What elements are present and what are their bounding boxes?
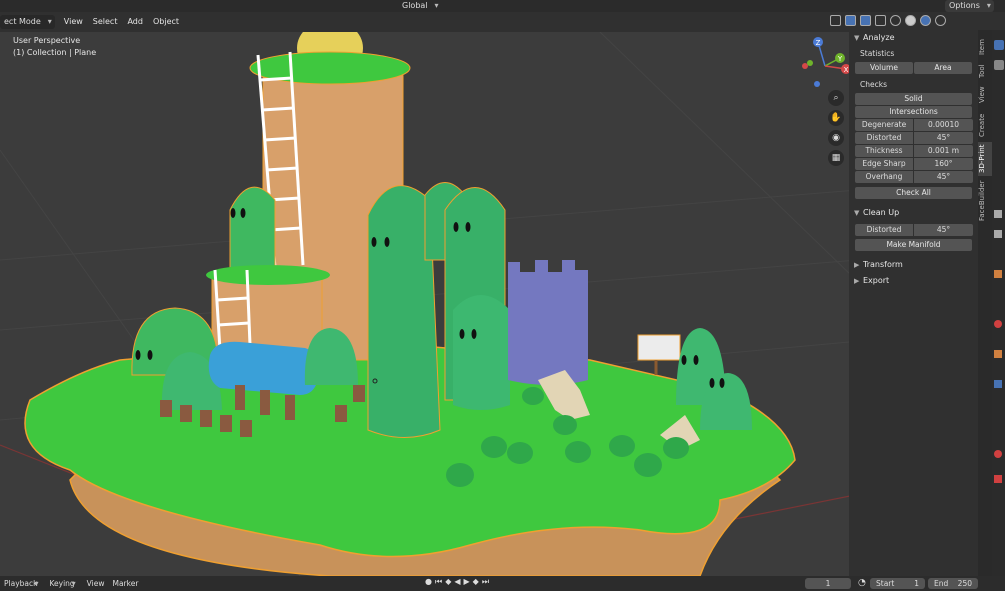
transform-panel-header[interactable]: ▶ Transform [849,257,979,273]
current-frame-field[interactable]: 1 [805,578,851,589]
properties-tab-icon[interactable] [994,350,1002,358]
make-manifold-button[interactable]: Make Manifold [855,239,972,251]
collapse-arrow-icon: ▼ [854,209,860,217]
properties-tab-icon[interactable] [994,270,1002,278]
clock-icon[interactable]: ◔ [858,578,866,588]
properties-tab-icon[interactable] [994,210,1002,218]
viewport-header: ect Mode View Select Add Object [0,12,1005,32]
properties-tab-icon[interactable] [994,475,1002,483]
expand-arrow-icon: ▶ [854,261,860,269]
properties-tab-icon[interactable] [994,40,1004,50]
overlay-icon[interactable] [860,15,871,26]
menu-object[interactable]: Object [148,15,184,29]
gizmo-z-label: Z [816,39,821,47]
expand-arrow-icon: ▶ [854,277,860,285]
volume-button[interactable]: Volume [855,62,913,74]
3d-viewport[interactable]: User Perspective (1) Collection | Plane … [0,32,980,576]
play-icon[interactable]: ▶ [464,577,470,587]
gizmo-icon[interactable] [845,15,856,26]
zoom-icon[interactable]: ⌕ [828,90,844,106]
wireframe-shading-icon[interactable] [890,15,901,26]
perspective-label: User Perspective [13,36,81,45]
check-all-button[interactable]: Check All [855,187,972,199]
menu-select[interactable]: Select [88,15,123,29]
next-keyframe-icon[interactable]: ◆ [473,577,479,587]
properties-tab-icon[interactable] [994,380,1002,388]
properties-tab-icon[interactable] [994,60,1004,70]
tab-facebuilder[interactable]: FaceBuilder [978,178,992,223]
tab-item[interactable]: Item [978,36,992,58]
material-shading-icon[interactable] [920,15,931,26]
properties-tab-icon[interactable] [994,450,1002,458]
distorted-field[interactable]: 45° [914,132,973,144]
properties-tab-icon[interactable] [994,320,1002,328]
export-panel-header[interactable]: ▶ Export [849,273,979,289]
navigation-gizmo[interactable]: Z Y X [795,36,855,96]
analyze-panel-header[interactable]: ▼ Analyze [849,30,979,46]
menu-add[interactable]: Add [122,15,148,29]
tab-view[interactable]: View [978,84,992,106]
tab-tool[interactable]: Tool [978,60,992,82]
playback-controls: ● ⏮ ◆ ◀ ▶ ◆ ⏭ [425,577,489,587]
grid-toggle-icon[interactable]: ▦ [828,150,844,166]
area-button[interactable]: Area [914,62,972,74]
sidebar-panel: ▼ Analyze Statistics Volume Area Checks S… [849,30,979,576]
solid-button[interactable]: Solid [855,93,972,105]
gizmo-y-label: Y [837,55,843,63]
properties-tab-icon[interactable] [994,230,1002,238]
options-dropdown[interactable]: Options [945,0,994,12]
intersections-button[interactable]: Intersections [855,106,972,118]
collapse-arrow-icon: ▼ [854,34,860,42]
menu-view[interactable]: View [59,15,88,29]
timeline-view-menu[interactable]: View [83,579,109,588]
gizmo-x-label: X [844,66,849,74]
timeline-header: Playback Keying View Marker ● ⏮ ◆ ◀ ▶ ◆ … [0,576,1005,591]
edge-sharp-field[interactable]: 160° [914,158,973,170]
cleanup-distorted-button[interactable]: Distorted [855,224,913,236]
collection-label: (1) Collection | Plane [13,48,97,57]
rendered-shading-icon[interactable] [935,15,946,26]
end-frame-field[interactable]: End 250 [928,578,978,589]
marker-menu[interactable]: Marker [108,579,142,588]
sidebar-tabs: Item Tool View Create 3D-Print FaceBuild… [978,30,992,576]
properties-editor-strip [992,30,1005,576]
solid-shading-icon[interactable] [905,15,916,26]
playback-dropdown[interactable]: Playback [0,577,41,591]
thickness-field[interactable]: 0.001 m [914,145,973,157]
thickness-button[interactable]: Thickness [855,145,913,157]
degenerate-field[interactable]: 0.00010 [914,119,973,131]
degenerate-button[interactable]: Degenerate [855,119,913,131]
statistics-label: Statistics [860,49,895,58]
start-frame-field[interactable]: Start 1 [870,578,925,589]
mode-dropdown[interactable]: ect Mode [0,15,55,29]
distorted-button[interactable]: Distorted [855,132,913,144]
overhang-field[interactable]: 45° [914,171,973,183]
jump-start-icon[interactable]: ⏮ [435,577,442,587]
overhang-button[interactable]: Overhang [855,171,913,183]
keying-dropdown[interactable]: Keying [45,577,78,591]
jump-end-icon[interactable]: ⏭ [482,577,489,587]
record-icon[interactable]: ● [425,577,432,587]
top-strip: Global Options [0,0,1005,13]
prev-keyframe-icon[interactable]: ◆ [445,577,451,587]
visibility-icon[interactable] [830,15,841,26]
camera-icon[interactable]: ◉ [828,130,844,146]
tab-3d-print[interactable]: 3D-Print [978,142,992,176]
play-reverse-icon[interactable]: ◀ [454,577,460,587]
edge-sharp-button[interactable]: Edge Sharp [855,158,913,170]
xray-icon[interactable] [875,15,886,26]
cleanup-panel-header[interactable]: ▼ Clean Up [849,205,979,221]
pan-icon[interactable]: ✋ [828,110,844,126]
cleanup-distorted-field[interactable]: 45° [914,224,973,236]
checks-label: Checks [860,80,887,89]
tab-create[interactable]: Create [978,110,992,140]
